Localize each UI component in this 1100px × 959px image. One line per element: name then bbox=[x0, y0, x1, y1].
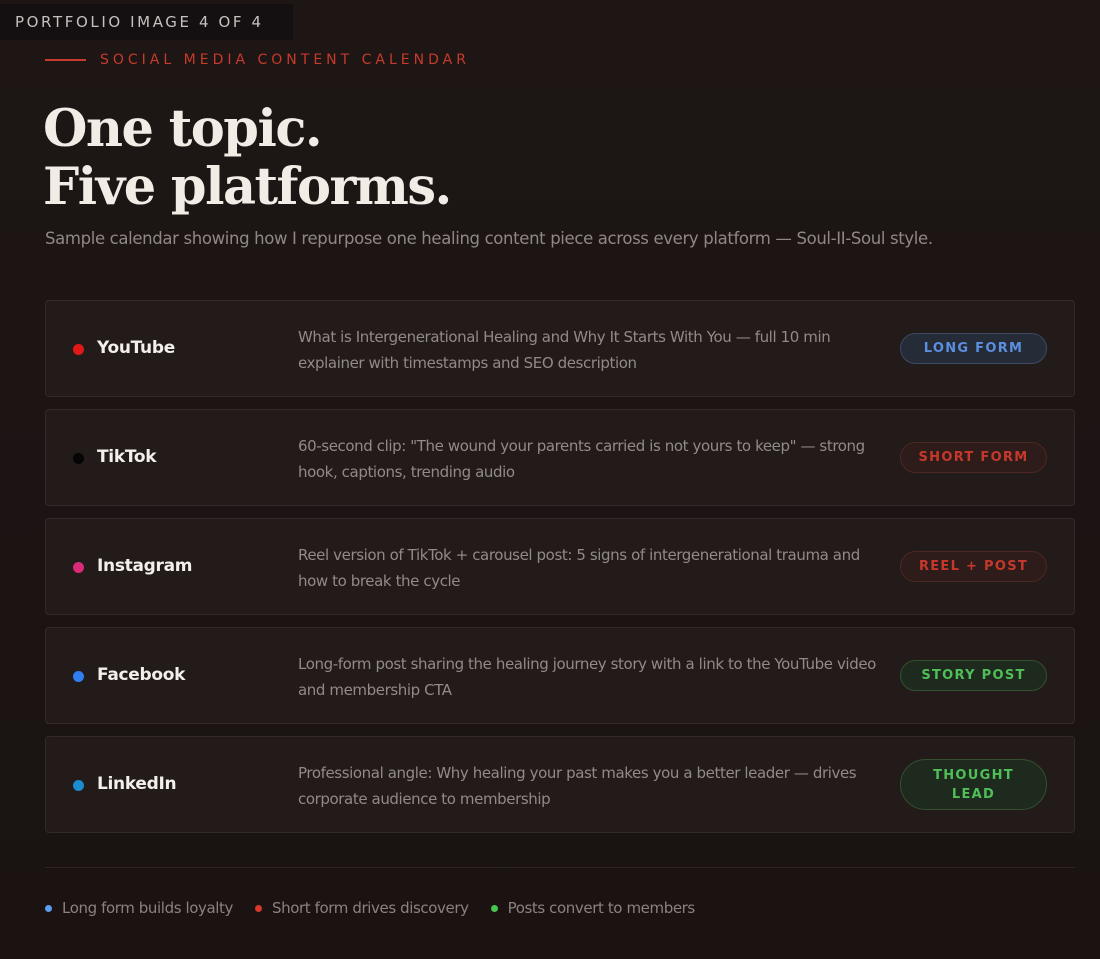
legend-dot bbox=[255, 904, 263, 912]
legend-label: Long form builds loyalty bbox=[62, 899, 234, 917]
platform-dot bbox=[73, 453, 84, 464]
page-title-line-2: Five platforms. bbox=[43, 157, 452, 217]
platform-row-facebook: Facebook Long-form post sharing the heal… bbox=[45, 627, 1075, 724]
platform-dot bbox=[73, 562, 84, 573]
legend: Long form builds loyalty Short form driv… bbox=[45, 899, 717, 917]
platform-description: 60-second clip: "The wound your parents … bbox=[298, 437, 865, 481]
legend-item: Posts convert to members bbox=[490, 899, 696, 917]
platform-row-instagram: Instagram Reel version of TikTok + carou… bbox=[45, 518, 1075, 615]
platform-row-linkedin: LinkedIn Professional angle: Why healing… bbox=[45, 736, 1075, 833]
page-title: One topic. Five platforms. bbox=[43, 99, 452, 217]
platform-row-youtube: YouTube What is Intergenerational Healin… bbox=[45, 300, 1075, 397]
format-badge: THOUGHT LEAD bbox=[900, 759, 1047, 810]
platform-name: Instagram bbox=[97, 556, 193, 576]
format-badge: STORY POST bbox=[900, 660, 1047, 691]
format-badge: SHORT FORM bbox=[900, 442, 1047, 473]
platform-description: Long-form post sharing the healing journ… bbox=[298, 655, 876, 699]
footer-divider bbox=[45, 867, 1075, 868]
platform-dot bbox=[73, 671, 84, 682]
legend-dot bbox=[490, 904, 498, 912]
platform-row-tiktok: TikTok 60-second clip: "The wound your p… bbox=[45, 409, 1075, 506]
platform-description: Professional angle: Why healing your pas… bbox=[298, 764, 857, 808]
platform-description: What is Intergenerational Healing and Wh… bbox=[298, 328, 831, 372]
platform-name: TikTok bbox=[97, 447, 157, 467]
legend-dot bbox=[45, 904, 52, 912]
platform-dot bbox=[73, 344, 84, 355]
portfolio-slide: PORTFOLIO IMAGE 4 OF 4 SOCIAL MEDIA CONT… bbox=[0, 0, 1100, 959]
eyebrow-accent-line bbox=[45, 59, 86, 61]
platform-dot bbox=[73, 780, 84, 791]
eyebrow-label: SOCIAL MEDIA CONTENT CALENDAR bbox=[100, 52, 470, 68]
legend-label: Short form drives discovery bbox=[272, 899, 469, 917]
portfolio-image-counter: PORTFOLIO IMAGE 4 OF 4 bbox=[0, 4, 293, 40]
format-badge: LONG FORM bbox=[900, 333, 1047, 364]
platform-name: LinkedIn bbox=[97, 774, 177, 794]
platform-description: Reel version of TikTok + carousel post: … bbox=[298, 546, 860, 590]
format-badge: REEL + POST bbox=[900, 551, 1047, 582]
legend-item: Short form drives discovery bbox=[255, 899, 469, 917]
section-eyebrow: SOCIAL MEDIA CONTENT CALENDAR bbox=[45, 52, 470, 68]
page-title-line-1: One topic. bbox=[43, 99, 323, 159]
platform-list: YouTube What is Intergenerational Healin… bbox=[45, 300, 1075, 845]
platform-name: YouTube bbox=[97, 338, 175, 358]
legend-label: Posts convert to members bbox=[507, 899, 696, 917]
page-subtitle: Sample calendar showing how I repurpose … bbox=[45, 229, 933, 248]
platform-name: Facebook bbox=[97, 665, 186, 685]
legend-item: Long form builds loyalty bbox=[45, 899, 233, 917]
